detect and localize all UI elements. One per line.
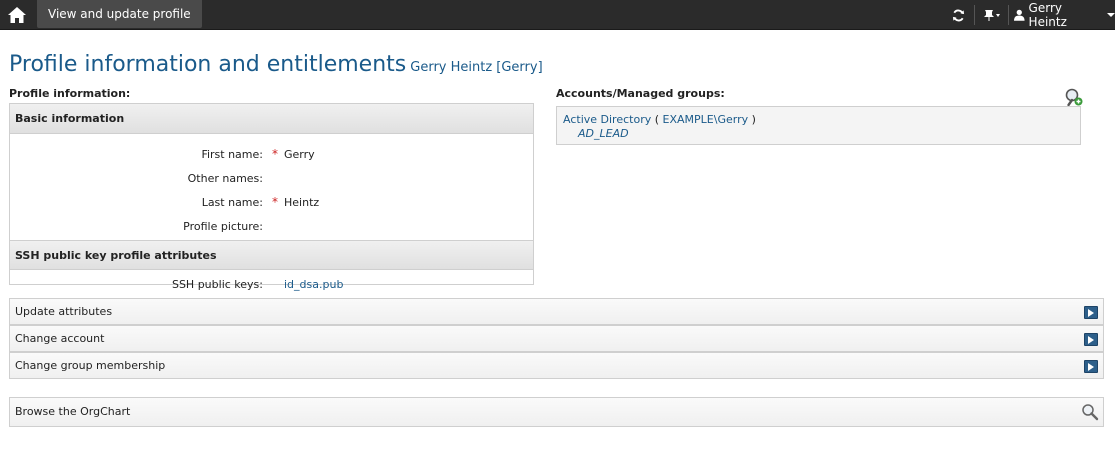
- change-account-button[interactable]: Change account: [9, 325, 1104, 352]
- field-value: Heintz: [284, 196, 320, 209]
- chevron-right-icon: [1084, 306, 1098, 319]
- toolbar-divider: [1008, 5, 1009, 25]
- toolbar-divider: [974, 5, 975, 25]
- page-subtitle: Gerry Heintz [Gerry]: [410, 60, 543, 75]
- user-icon: [1014, 9, 1025, 21]
- account-entry: Active Directory ( EXAMPLE\Gerry ): [563, 113, 1074, 126]
- page-title-text: Profile information and entitlements: [9, 52, 407, 77]
- accounts-panel: Active Directory ( EXAMPLE\Gerry ) AD_LE…: [556, 106, 1081, 145]
- field-last-name: Last name: * Heintz: [10, 190, 533, 214]
- field-value: Gerry: [284, 148, 315, 161]
- action-label: Change account: [15, 332, 105, 345]
- chevron-down-icon: [1107, 13, 1115, 17]
- magnifier-icon: [1082, 404, 1099, 421]
- search-add-icon[interactable]: [1064, 87, 1084, 107]
- profile-panel: Basic information First name: * Gerry Ot…: [9, 103, 534, 291]
- field-label: Profile picture:: [183, 220, 263, 233]
- field-first-name: First name: * Gerry: [10, 142, 533, 166]
- refresh-icon[interactable]: [946, 0, 970, 30]
- basic-info-header: Basic information: [10, 104, 533, 134]
- browse-orgchart-button[interactable]: Browse the OrgChart: [9, 397, 1104, 427]
- account-name-link[interactable]: EXAMPLE\Gerry: [663, 113, 749, 126]
- accounts-section-label: Accounts/Managed groups:: [556, 87, 725, 100]
- chevron-right-icon: [1084, 360, 1098, 373]
- field-other-names: Other names:: [10, 166, 533, 190]
- action-label: Update attributes: [15, 305, 113, 318]
- required-marker: *: [272, 195, 278, 209]
- user-name: Gerry Heintz: [1028, 1, 1067, 29]
- tab-view-update-profile[interactable]: View and update profile: [37, 0, 202, 28]
- field-label: SSH public keys:: [171, 278, 263, 291]
- update-attributes-button[interactable]: Update attributes: [9, 298, 1104, 325]
- user-menu[interactable]: Gerry Heintz: [1014, 0, 1115, 30]
- ssh-key-link[interactable]: id_dsa.pub: [284, 278, 343, 291]
- field-profile-picture: Profile picture:: [10, 214, 533, 238]
- top-navigation-bar: View and update profile Gerry Heintz: [0, 0, 1115, 30]
- chevron-right-icon: [1084, 333, 1098, 346]
- paren-open: (: [654, 113, 660, 126]
- required-marker: *: [272, 147, 278, 161]
- action-label: Browse the OrgChart: [15, 405, 131, 418]
- paren-close: ): [751, 113, 756, 126]
- change-group-membership-button[interactable]: Change group membership: [9, 352, 1104, 379]
- action-label: Change group membership: [15, 359, 166, 372]
- pin-icon[interactable]: [978, 0, 1006, 30]
- home-icon[interactable]: [0, 0, 33, 30]
- managed-group-link[interactable]: AD_LEAD: [578, 127, 1074, 140]
- ssh-header: SSH public key profile attributes: [10, 240, 533, 270]
- page-title: Profile information and entitlements Gerr…: [9, 52, 543, 77]
- field-label: Other names:: [187, 172, 263, 185]
- account-system-link[interactable]: Active Directory: [563, 113, 651, 126]
- field-label: First name:: [201, 148, 263, 161]
- field-ssh-keys: SSH public keys: id_dsa.pub: [10, 272, 533, 296]
- profile-section-label: Profile information:: [9, 87, 131, 100]
- field-label: Last name:: [201, 196, 263, 209]
